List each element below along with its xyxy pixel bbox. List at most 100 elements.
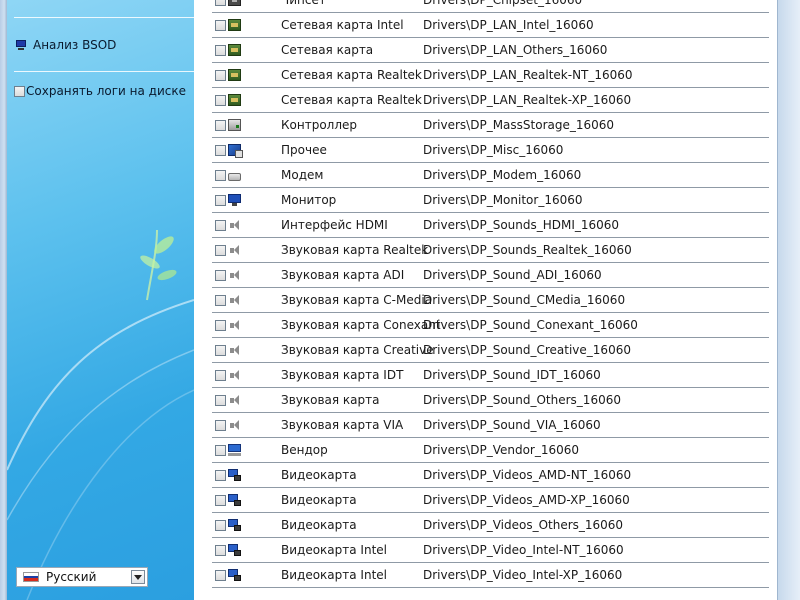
driver-checkbox[interactable] — [215, 219, 226, 231]
speaker-icon — [228, 269, 241, 281]
driver-path: Drivers\DP_Sound_ADI_16060 — [423, 268, 602, 282]
driver-row[interactable]: Прочее Drivers\DP_Misc_16060 — [212, 138, 769, 163]
driver-checkbox[interactable] — [215, 244, 226, 256]
driver-checkbox[interactable] — [215, 94, 226, 106]
driver-path: Drivers\DP_Sounds_Realtek_16060 — [423, 243, 632, 257]
save-logs-option[interactable]: Сохранять логи на диске — [14, 84, 186, 98]
network-card-icon — [228, 69, 241, 81]
driver-pack-list: Чипсет Drivers\DP_Chipset_16060 Сетевая ка… — [194, 0, 778, 600]
driver-checkbox[interactable] — [215, 319, 226, 331]
driver-name: Сетевая карта — [281, 43, 374, 57]
driver-name: Звуковая карта — [281, 393, 380, 407]
sidebar: Анализ BSOD Сохранять логи на диске Русс… — [7, 0, 194, 600]
language-selected-label: Русский — [46, 570, 97, 584]
driver-path: Drivers\DP_Modem_16060 — [423, 168, 582, 182]
monitor-icon — [228, 194, 241, 206]
driver-rows: Чипсет Drivers\DP_Chipset_16060 Сетевая ка… — [212, 0, 769, 588]
russian-flag-icon — [23, 572, 39, 582]
driver-checkbox[interactable] — [215, 544, 226, 556]
driver-name: Звуковая карта Realtek — [281, 243, 429, 257]
driver-checkbox[interactable] — [215, 294, 226, 306]
language-dropdown-button[interactable] — [131, 570, 145, 584]
driver-name: Видеокарта — [281, 518, 357, 532]
driver-row[interactable]: Сетевая карта Realtek Drivers\DP_LAN_Real… — [212, 88, 769, 113]
window-frame-right — [777, 0, 800, 600]
driver-row[interactable]: Вендор Drivers\DP_Vendor_16060 — [212, 438, 769, 463]
driver-checkbox[interactable] — [215, 469, 226, 481]
chip-icon — [228, 0, 241, 6]
driver-checkbox[interactable] — [215, 169, 226, 181]
driver-row[interactable]: Видеокарта Drivers\DP_Videos_AMD-NT_16060 — [212, 463, 769, 488]
driver-path: Drivers\DP_MassStorage_16060 — [423, 118, 615, 132]
save-logs-checkbox[interactable] — [14, 85, 25, 97]
driver-row[interactable]: Модем Drivers\DP_Modem_16060 — [212, 163, 769, 188]
driver-row[interactable]: Звуковая карта Drivers\DP_Sound_Others_16… — [212, 388, 769, 413]
driver-row[interactable]: Звуковая карта VIA Drivers\DP_Sound_VIA_1… — [212, 413, 769, 438]
modem-icon — [228, 172, 241, 181]
driver-row[interactable]: Звуковая карта IDT Drivers\DP_Sound_IDT_1… — [212, 363, 769, 388]
video-card-icon — [228, 519, 241, 531]
driver-path: Drivers\DP_LAN_Realtek-NT_16060 — [423, 68, 633, 82]
bsod-analysis-item[interactable]: Анализ BSOD — [15, 38, 116, 52]
network-card-icon — [228, 94, 241, 106]
driver-row[interactable]: Звуковая карта Conexant Drivers\DP_Sound_… — [212, 313, 769, 338]
driver-name: Видеокарта — [281, 493, 357, 507]
driver-checkbox[interactable] — [215, 569, 226, 581]
speaker-icon — [228, 419, 241, 431]
driver-row[interactable]: Видеокарта Intel Drivers\DP_Video_Intel-N… — [212, 538, 769, 563]
driver-row[interactable]: Звуковая карта ADI Drivers\DP_Sound_ADI_1… — [212, 263, 769, 288]
video-card-icon — [228, 544, 241, 556]
driver-checkbox[interactable] — [215, 269, 226, 281]
save-logs-label: Сохранять логи на диске — [26, 84, 187, 98]
driver-path: Drivers\DP_Sound_CMedia_16060 — [423, 293, 626, 307]
speaker-icon — [228, 394, 241, 406]
driver-row[interactable]: Сетевая карта Intel Drivers\DP_LAN_Intel_… — [212, 13, 769, 38]
sidebar-separator — [14, 71, 194, 72]
language-select[interactable]: Русский — [16, 567, 148, 587]
driver-path: Drivers\DP_Monitor_16060 — [423, 193, 583, 207]
driver-path: Drivers\DP_Videos_AMD-XP_16060 — [423, 493, 630, 507]
driver-checkbox[interactable] — [215, 519, 226, 531]
driver-checkbox[interactable] — [215, 69, 226, 81]
driver-checkbox[interactable] — [215, 144, 226, 156]
driver-checkbox[interactable] — [215, 369, 226, 381]
driver-path: Drivers\DP_LAN_Realtek-XP_16060 — [423, 93, 632, 107]
driver-checkbox[interactable] — [215, 44, 226, 56]
driver-name: Сетевая карта Intel — [281, 18, 404, 32]
driver-row[interactable]: Контроллер Drivers\DP_MassStorage_16060 — [212, 113, 769, 138]
driver-name: Прочее — [281, 143, 327, 157]
driver-checkbox[interactable] — [215, 19, 226, 31]
driver-row[interactable]: Видеокарта Intel Drivers\DP_Video_Intel-X… — [212, 563, 769, 588]
driver-row[interactable]: Сетевая карта Drivers\DP_LAN_Others_16060 — [212, 38, 769, 63]
driver-checkbox[interactable] — [215, 0, 226, 6]
driver-checkbox[interactable] — [215, 419, 226, 431]
video-card-icon — [228, 569, 241, 581]
driver-checkbox[interactable] — [215, 444, 226, 456]
driver-path: Drivers\DP_Video_Intel-NT_16060 — [423, 543, 624, 557]
driver-row[interactable]: Чипсет Drivers\DP_Chipset_16060 — [212, 0, 769, 13]
driver-name: Видеокарта Intel — [281, 543, 387, 557]
driver-row[interactable]: Интерфейс HDMI Drivers\DP_Sounds_HDMI_160… — [212, 213, 769, 238]
driver-row[interactable]: Монитор Drivers\DP_Monitor_16060 — [212, 188, 769, 213]
driver-row[interactable]: Звуковая карта Creative Drivers\DP_Sound_… — [212, 338, 769, 363]
driver-checkbox[interactable] — [215, 344, 226, 356]
driver-checkbox[interactable] — [215, 119, 226, 131]
driver-checkbox[interactable] — [215, 494, 226, 506]
driver-row[interactable]: Видеокарта Drivers\DP_Videos_AMD-XP_16060 — [212, 488, 769, 513]
driver-row[interactable]: Сетевая карта Realtek Drivers\DP_LAN_Real… — [212, 63, 769, 88]
driver-name: Модем — [281, 168, 324, 182]
vendor-laptop-icon — [228, 444, 241, 456]
driver-checkbox[interactable] — [215, 394, 226, 406]
sidebar-separator — [14, 17, 194, 18]
bsod-analysis-label: Анализ BSOD — [33, 38, 117, 52]
driver-row[interactable]: Видеокарта Drivers\DP_Videos_Others_16060 — [212, 513, 769, 538]
driver-path: Drivers\DP_Chipset_16060 — [423, 0, 583, 7]
driver-path: Drivers\DP_Sound_Others_16060 — [423, 393, 621, 407]
driver-row[interactable]: Звуковая карта C-Media Drivers\DP_Sound_C… — [212, 288, 769, 313]
driver-name: Звуковая карта VIA — [281, 418, 404, 432]
driver-path: Drivers\DP_Sound_Conexant_16060 — [423, 318, 638, 332]
driver-path: Drivers\DP_Vendor_16060 — [423, 443, 580, 457]
speaker-icon — [228, 294, 241, 306]
driver-checkbox[interactable] — [215, 194, 226, 206]
driver-row[interactable]: Звуковая карта Realtek Drivers\DP_Sounds_… — [212, 238, 769, 263]
